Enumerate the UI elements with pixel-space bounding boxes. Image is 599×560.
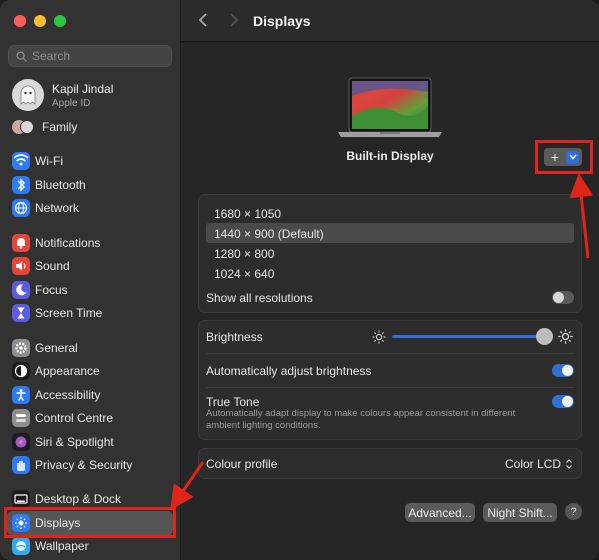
annotation-arrows	[170, 173, 594, 510]
settings-window: Search Kapil Jindal Apple ID Family Wi-F…	[0, 0, 599, 560]
annotation-arrow-down	[170, 461, 205, 510]
annotation-arrow-up	[569, 173, 594, 259]
